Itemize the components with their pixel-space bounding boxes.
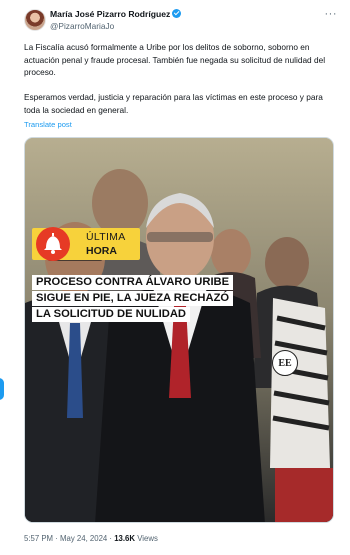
views-count: 13.6K	[114, 534, 136, 543]
author-name[interactable]: María José Pizarro Rodríguez	[50, 9, 170, 19]
avatar[interactable]	[24, 9, 46, 31]
tweet-date[interactable]: May 24, 2024	[60, 534, 107, 543]
bell-icon	[36, 227, 70, 261]
views-label: Views	[137, 534, 158, 543]
meta-separator: ·	[55, 534, 58, 543]
meta-separator: ·	[109, 534, 113, 543]
headline-line: PROCESO CONTRA ÁLVARO URIBE	[32, 275, 234, 290]
headline-line: SIGUE EN PIE, LA JUEZA RECHAZÓ	[32, 291, 234, 306]
news-photo	[25, 138, 333, 522]
tweet-text: La Fiscalía acusó formalmente a Uribe po…	[24, 41, 330, 129]
tweet-paragraph: Esperamos verdad, justicia y reparación …	[24, 92, 323, 115]
translate-post-link[interactable]: Translate post	[24, 120, 72, 129]
author-name-row[interactable]: María José Pizarro Rodríguez	[50, 9, 182, 19]
ultima-label: ÚLTIMA	[86, 231, 126, 243]
tweet-meta: 5:57 PM · May 24, 2024 · 13.6K Views	[24, 534, 158, 543]
media-image[interactable]	[24, 137, 334, 523]
verified-badge-icon	[172, 9, 182, 18]
news-logo: EE	[272, 350, 298, 376]
tweet-paragraph: La Fiscalía acusó formalmente a Uribe po…	[24, 42, 326, 77]
scroll-indicator[interactable]	[0, 378, 4, 400]
author-handle[interactable]: @PizarroMariaJo	[50, 21, 114, 31]
tweet-card: María José Pizarro Rodríguez @PizarroMar…	[0, 0, 350, 555]
headline-line: LA SOLICITUD DE NULIDAD	[32, 307, 190, 322]
hora-label: HORA	[86, 245, 117, 257]
tweet-time[interactable]: 5:57 PM	[24, 534, 53, 543]
more-icon[interactable]: ···	[325, 8, 338, 20]
